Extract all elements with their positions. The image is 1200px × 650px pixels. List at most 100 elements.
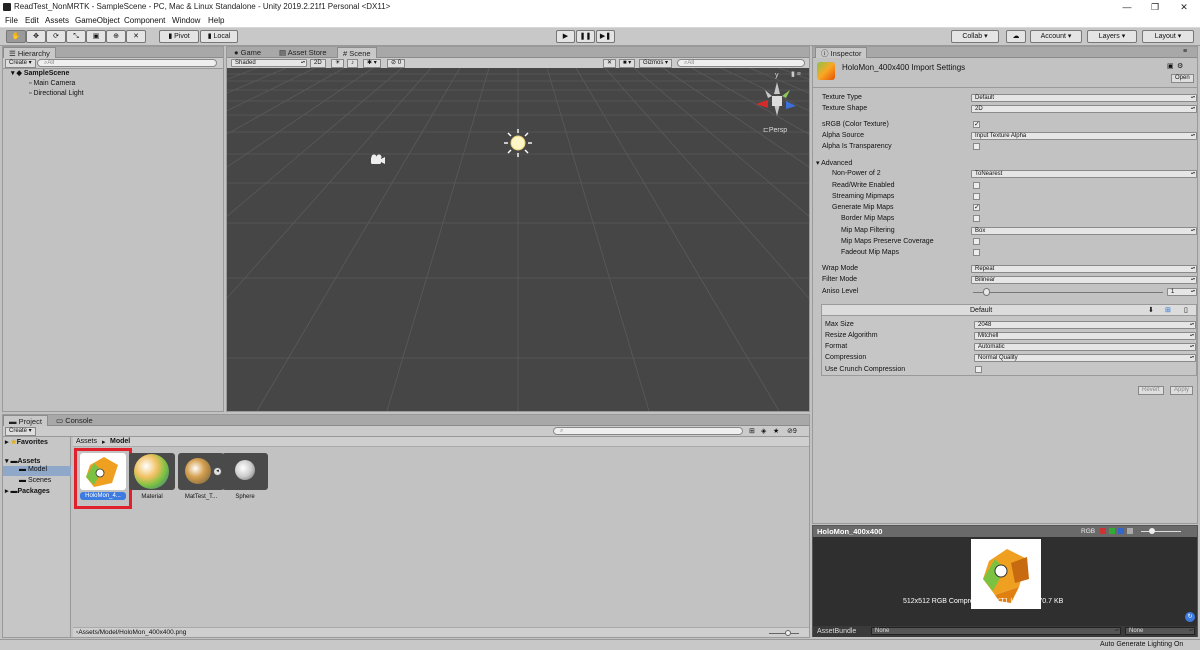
- mobile-icon[interactable]: ▯: [1184, 306, 1188, 314]
- menu-file[interactable]: File: [5, 16, 18, 25]
- menu-help[interactable]: Help: [208, 16, 224, 25]
- transform-tool-button[interactable]: ⊕: [106, 30, 126, 43]
- blue-channel-icon[interactable]: [1118, 528, 1124, 534]
- rotate-tool-button[interactable]: ⟳: [46, 30, 66, 43]
- fadeout-mip-checkbox[interactable]: [973, 249, 980, 256]
- tree-scenes[interactable]: ▬ Scenes: [19, 477, 51, 484]
- shading-mode-dropdown[interactable]: Shaded: [231, 59, 307, 67]
- maximize-button[interactable]: ❐: [1145, 1, 1165, 13]
- hierarchy-search-input[interactable]: ⌕All: [37, 59, 217, 67]
- alpha-channel-icon[interactable]: [1127, 528, 1133, 534]
- asset-item-sphere[interactable]: Sphere: [222, 453, 268, 503]
- thumbnail-size-slider[interactable]: [769, 633, 799, 634]
- tab-platform-default[interactable]: Default: [970, 307, 992, 314]
- custom-tool-button[interactable]: ✕: [126, 30, 146, 43]
- tree-model[interactable]: ▬ Model: [3, 466, 71, 476]
- menu-edit[interactable]: Edit: [25, 16, 39, 25]
- tree-packages[interactable]: ▸ ▬Packages: [5, 487, 50, 495]
- tab-console[interactable]: ▭ Console: [51, 415, 98, 426]
- red-channel-icon[interactable]: [1100, 528, 1106, 534]
- hand-tool-button[interactable]: ✋: [6, 30, 26, 43]
- scene-viewport[interactable]: y ⊏Persp ▮ ≡: [227, 68, 809, 411]
- filter-label-icon[interactable]: ◈: [761, 427, 766, 435]
- revert-button[interactable]: Revert: [1138, 386, 1164, 395]
- rect-tool-button[interactable]: ▣: [86, 30, 106, 43]
- filter-type-icon[interactable]: ⊞: [749, 427, 755, 435]
- collab-button[interactable]: Collab ▾: [951, 30, 999, 43]
- alpha-transparency-checkbox[interactable]: [973, 143, 980, 150]
- tab-project[interactable]: ▬ Project: [3, 415, 48, 426]
- tree-favorites[interactable]: ▸ ★Favorites: [5, 438, 48, 446]
- panel-menu-icon[interactable]: ≡: [1183, 48, 1187, 55]
- tab-game[interactable]: ● Game: [229, 47, 266, 58]
- thumbnail-size-handle[interactable]: [785, 630, 791, 636]
- tab-inspector[interactable]: ⓘ Inspector: [815, 47, 868, 58]
- asset-item-material[interactable]: Material: [129, 453, 175, 503]
- asset-item-mattest[interactable]: MatTest_T...: [178, 453, 224, 503]
- 2d-toggle[interactable]: 2D: [310, 59, 326, 68]
- preview-settings-icon[interactable]: ↻: [1185, 612, 1195, 622]
- mip-filtering-dropdown[interactable]: Box: [971, 227, 1197, 235]
- mip-preserve-checkbox[interactable]: [973, 238, 980, 245]
- alpha-source-dropdown[interactable]: Input Texture Alpha: [971, 132, 1197, 140]
- effects-dropdown[interactable]: ✱ ▾: [363, 59, 381, 68]
- camera-gizmo-icon[interactable]: [369, 154, 387, 166]
- breadcrumb-model[interactable]: Model: [110, 438, 130, 445]
- non-power-dropdown[interactable]: ToNearest: [971, 170, 1197, 178]
- green-channel-icon[interactable]: [1109, 528, 1115, 534]
- mip-slider-handle[interactable]: [1149, 528, 1155, 534]
- menu-gameobject[interactable]: GameObject: [75, 16, 120, 25]
- hierarchy-item-main-camera[interactable]: ▫ Main Camera: [29, 80, 75, 87]
- compression-dropdown[interactable]: Normal Quality: [974, 354, 1196, 362]
- hierarchy-item-directional-light[interactable]: ▫ Directional Light: [29, 90, 84, 97]
- orientation-gizmo[interactable]: y: [752, 72, 802, 126]
- camera-settings-button[interactable]: ■ ▾: [619, 59, 636, 68]
- help-icon[interactable]: ▣: [1167, 62, 1174, 70]
- aniso-value-field[interactable]: 1: [1167, 288, 1197, 296]
- texture-shape-dropdown[interactable]: 2D: [971, 105, 1197, 113]
- mip-slider[interactable]: [1141, 531, 1181, 532]
- menu-assets[interactable]: Assets: [45, 16, 69, 25]
- account-dropdown[interactable]: Account ▾: [1030, 30, 1082, 43]
- lighting-toggle[interactable]: ☀: [331, 59, 345, 68]
- cloud-button[interactable]: ☁: [1006, 30, 1026, 43]
- play-button[interactable]: ▶: [556, 30, 575, 43]
- gizmos-dropdown[interactable]: Gizmos ▾: [639, 59, 673, 68]
- texture-type-dropdown[interactable]: Default: [971, 94, 1197, 102]
- breadcrumb-assets[interactable]: Assets: [76, 438, 97, 445]
- tools-toggle[interactable]: ✕: [603, 59, 617, 68]
- scale-tool-button[interactable]: ⤡: [66, 30, 86, 43]
- download-icon[interactable]: ⬇: [1148, 306, 1154, 314]
- filter-mode-dropdown[interactable]: Bilinear: [971, 276, 1197, 284]
- project-search-input[interactable]: ⌕: [553, 427, 743, 435]
- scene-lock-icon[interactable]: ▮ ≡: [791, 70, 801, 78]
- move-tool-button[interactable]: ✥: [26, 30, 46, 43]
- gen-mip-checkbox[interactable]: ✓: [973, 204, 980, 211]
- close-button[interactable]: ✕: [1174, 1, 1194, 13]
- srgb-checkbox[interactable]: ✓: [973, 121, 980, 128]
- crunch-checkbox[interactable]: [975, 366, 982, 373]
- format-dropdown[interactable]: Automatic: [974, 343, 1196, 351]
- tab-hierarchy[interactable]: ☰ Hierarchy: [3, 47, 56, 58]
- pivot-button[interactable]: ▮ Pivot: [159, 30, 199, 43]
- border-mip-checkbox[interactable]: [973, 215, 980, 222]
- local-button[interactable]: ▮ Local: [200, 30, 238, 43]
- directional-light-icon[interactable]: [503, 128, 533, 158]
- perspective-label[interactable]: ⊏Persp: [763, 126, 787, 134]
- minimize-button[interactable]: —: [1117, 1, 1137, 13]
- menu-component[interactable]: Component: [124, 16, 165, 25]
- assetbundle-dropdown[interactable]: None: [871, 627, 1121, 635]
- hidden-objects-toggle[interactable]: ⊘ 0: [387, 59, 406, 68]
- windows-icon[interactable]: ⊞: [1165, 306, 1171, 314]
- aniso-slider-track[interactable]: [973, 292, 1163, 293]
- favorite-star-icon[interactable]: ★: [773, 427, 779, 435]
- hierarchy-create-button[interactable]: Create ▾: [5, 59, 36, 68]
- project-create-button[interactable]: Create ▾: [5, 427, 36, 436]
- layers-dropdown[interactable]: Layers ▾: [1087, 30, 1137, 43]
- scene-search-input[interactable]: ⌕All: [677, 59, 805, 67]
- menu-window[interactable]: Window: [172, 16, 200, 25]
- assetbundle-variant-dropdown[interactable]: None: [1125, 627, 1195, 635]
- settings-icon[interactable]: ⚙: [1177, 62, 1183, 70]
- tree-assets[interactable]: ▾ ▬Assets: [5, 457, 40, 465]
- advanced-foldout[interactable]: ▾ Advanced: [816, 159, 852, 167]
